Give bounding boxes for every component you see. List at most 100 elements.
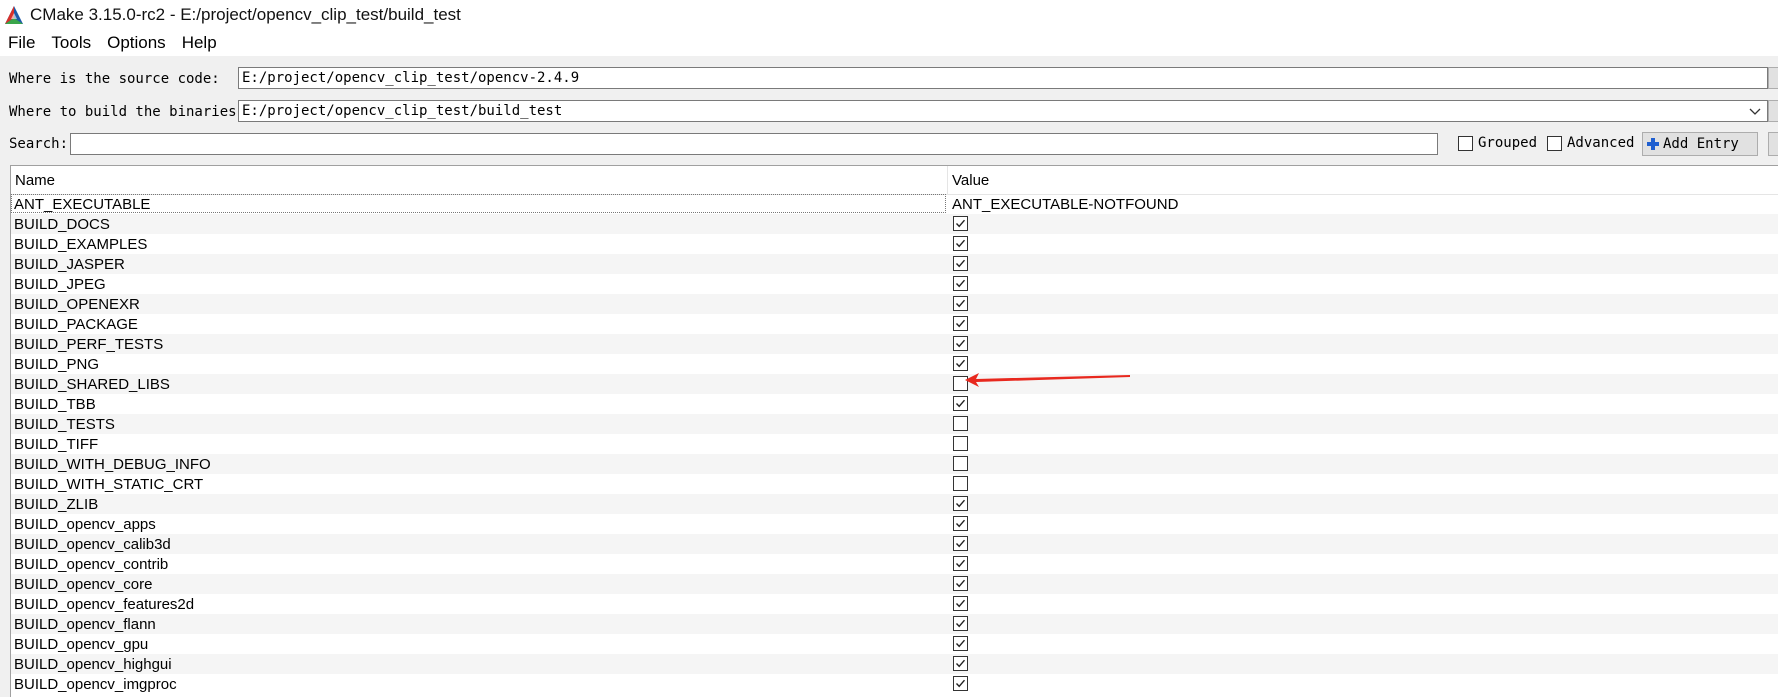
- value-checkbox[interactable]: [953, 256, 968, 271]
- table-row[interactable]: BUILD_opencv_gpu: [11, 634, 1778, 654]
- table-row[interactable]: BUILD_opencv_features2d: [11, 594, 1778, 614]
- cell-name: BUILD_JPEG: [14, 276, 106, 293]
- value-checkbox[interactable]: [953, 216, 968, 231]
- menu-file[interactable]: File: [0, 33, 43, 53]
- browse-source-button[interactable]: [1768, 67, 1778, 89]
- table-row[interactable]: BUILD_OPENEXR: [11, 294, 1778, 314]
- cell-name: BUILD_ZLIB: [14, 496, 99, 513]
- table-row[interactable]: BUILD_PACKAGE: [11, 314, 1778, 334]
- table-row[interactable]: ANT_EXECUTABLE ANT_EXECUTABLE-NOTFOUND: [11, 194, 1778, 214]
- value-checkbox[interactable]: [953, 456, 968, 471]
- table-row[interactable]: BUILD_SHARED_LIBS: [11, 374, 1778, 394]
- table-row[interactable]: BUILD_opencv_highgui: [11, 654, 1778, 674]
- value-checkbox[interactable]: [953, 396, 968, 411]
- advanced-label: Advanced: [1567, 135, 1635, 151]
- grouped-checkbox-box[interactable]: [1458, 135, 1473, 151]
- focus-rect: [11, 194, 946, 213]
- checkmark-icon: [955, 399, 966, 408]
- value-checkbox[interactable]: [953, 276, 968, 291]
- value-checkbox[interactable]: [953, 676, 968, 691]
- cell-name: BUILD_opencv_calib3d: [14, 536, 171, 553]
- cell-name: ANT_EXECUTABLE: [14, 196, 151, 213]
- search-input[interactable]: [70, 133, 1438, 155]
- value-checkbox[interactable]: [953, 416, 968, 431]
- table-row[interactable]: BUILD_TIFF: [11, 434, 1778, 454]
- table-row[interactable]: BUILD_JPEG: [11, 274, 1778, 294]
- value-checkbox[interactable]: [953, 576, 968, 591]
- menu-tools[interactable]: Tools: [43, 33, 99, 53]
- table-row[interactable]: BUILD_EXAMPLES: [11, 234, 1778, 254]
- menu-help[interactable]: Help: [174, 33, 225, 53]
- grouped-label: Grouped: [1478, 135, 1538, 151]
- cell-name: BUILD_opencv_features2d: [14, 596, 195, 613]
- cell-name: BUILD_PNG: [14, 356, 100, 373]
- table-row[interactable]: BUILD_opencv_imgproc: [11, 674, 1778, 694]
- table-row[interactable]: BUILD_WITH_DEBUG_INFO: [11, 454, 1778, 474]
- chevron-down-icon[interactable]: [1747, 103, 1763, 119]
- cell-name: BUILD_opencv_flann: [14, 616, 156, 633]
- cell-name: BUILD_PERF_TESTS: [14, 336, 164, 353]
- checkmark-icon: [955, 219, 966, 228]
- value-checkbox[interactable]: [953, 476, 968, 491]
- remove-entry-button[interactable]: [1768, 132, 1778, 156]
- cell-name: BUILD_opencv_imgproc: [14, 676, 177, 693]
- cell-name: BUILD_WITH_DEBUG_INFO: [14, 456, 211, 473]
- source-code-field[interactable]: E:/project/opencv_clip_test/opencv-2.4.9: [238, 67, 1768, 89]
- window-title: CMake 3.15.0-rc2 - E:/project/opencv_cli…: [30, 5, 461, 24]
- table-row[interactable]: BUILD_WITH_STATIC_CRT: [11, 474, 1778, 494]
- cache-table: Name Value ANT_EXECUTABLE ANT_EXECUTABLE-…: [10, 165, 1778, 697]
- table-row[interactable]: BUILD_PERF_TESTS: [11, 334, 1778, 354]
- cell-name: BUILD_opencv_contrib: [14, 556, 169, 573]
- cell-name: BUILD_JASPER: [14, 256, 125, 273]
- menu-bar: File Tools Options Help: [0, 30, 1778, 56]
- table-row[interactable]: BUILD_opencv_core: [11, 574, 1778, 594]
- grouped-checkbox[interactable]: Grouped: [1458, 135, 1537, 151]
- advanced-checkbox-box[interactable]: [1547, 135, 1562, 151]
- checkmark-icon: [955, 239, 966, 248]
- table-row[interactable]: BUILD_opencv_calib3d: [11, 534, 1778, 554]
- build-binaries-label: Where to build the binaries:: [9, 104, 246, 120]
- value-checkbox[interactable]: [953, 616, 968, 631]
- column-header-value[interactable]: Value: [948, 166, 1778, 194]
- table-row[interactable]: BUILD_DOCS: [11, 214, 1778, 234]
- value-checkbox[interactable]: [953, 516, 968, 531]
- table-row[interactable]: BUILD_ZLIB: [11, 494, 1778, 514]
- value-checkbox[interactable]: [953, 496, 968, 511]
- value-checkbox[interactable]: [953, 556, 968, 571]
- value-checkbox[interactable]: [953, 636, 968, 651]
- cell-name: BUILD_EXAMPLES: [14, 236, 148, 253]
- table-row[interactable]: BUILD_JASPER: [11, 254, 1778, 274]
- checkmark-icon: [955, 559, 966, 568]
- table-row[interactable]: BUILD_opencv_contrib: [11, 554, 1778, 574]
- value-checkbox[interactable]: [953, 236, 968, 251]
- value-checkbox[interactable]: [953, 296, 968, 311]
- source-code-label: Where is the source code:: [9, 71, 220, 87]
- add-entry-button[interactable]: Add Entry: [1642, 132, 1758, 156]
- table-row[interactable]: BUILD_TBB: [11, 394, 1778, 414]
- table-row[interactable]: BUILD_opencv_apps: [11, 514, 1778, 534]
- annotation-arrow-icon: [965, 373, 1130, 387]
- value-checkbox[interactable]: [953, 536, 968, 551]
- build-binaries-combobox[interactable]: E:/project/opencv_clip_test/build_test: [238, 100, 1768, 122]
- cmake-logo-icon: [5, 6, 23, 24]
- checkmark-icon: [955, 359, 966, 368]
- table-row[interactable]: BUILD_PNG: [11, 354, 1778, 374]
- checkmark-icon: [955, 539, 966, 548]
- value-checkbox[interactable]: [953, 356, 968, 371]
- checkmark-icon: [955, 259, 966, 268]
- value-checkbox[interactable]: [953, 336, 968, 351]
- value-checkbox[interactable]: [953, 316, 968, 331]
- value-checkbox[interactable]: [953, 656, 968, 671]
- table-row[interactable]: BUILD_TESTS: [11, 414, 1778, 434]
- browse-build-button[interactable]: [1768, 100, 1778, 122]
- advanced-checkbox[interactable]: Advanced: [1547, 135, 1634, 151]
- cell-value[interactable]: ANT_EXECUTABLE-NOTFOUND: [952, 194, 1178, 215]
- value-checkbox[interactable]: [953, 436, 968, 451]
- column-header-name[interactable]: Name: [11, 166, 948, 194]
- value-checkbox[interactable]: [953, 596, 968, 611]
- menu-options[interactable]: Options: [99, 33, 174, 53]
- checkmark-icon: [955, 659, 966, 668]
- cell-name: BUILD_TESTS: [14, 416, 115, 433]
- search-label: Search:: [9, 136, 69, 152]
- table-row[interactable]: BUILD_opencv_flann: [11, 614, 1778, 634]
